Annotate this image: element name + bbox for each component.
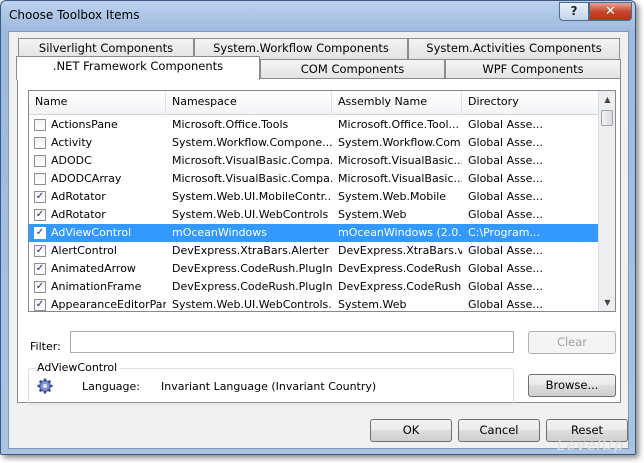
row-checkbox[interactable]: ✓ [34, 263, 46, 275]
scroll-thumb[interactable] [601, 110, 613, 126]
vertical-scrollbar[interactable]: ▲ ▼ [598, 91, 615, 311]
help-button[interactable]: ? [559, 2, 589, 21]
details-group: AdViewControl Language: Invariant Langua… [28, 361, 514, 405]
table-row[interactable]: ✓ AnimatedArrow DevExpress.CodeRush.PlugIn… [29, 260, 599, 278]
row-cell-assembly: mOceanWindows (2.0.... [338, 226, 462, 239]
row-checkbox[interactable]: ✓ [34, 245, 46, 257]
scroll-up-arrow-icon[interactable]: ▲ [599, 91, 615, 108]
row-cell-assembly: System.Web.Mobile [338, 190, 447, 203]
gear-icon [37, 378, 53, 394]
close-button[interactable]: ✕ [589, 2, 632, 21]
column-header-assembly-name[interactable]: Assembly Name [332, 91, 462, 115]
row-cell-name: AdViewControl [51, 226, 132, 239]
row-cell-name: AdRotator [51, 208, 106, 221]
row-cell-assembly: DevExpress.XtraBars.v... [338, 244, 462, 257]
row-cell-namespace: System.Web.UI.WebControls.... [172, 298, 332, 311]
row-cell-namespace: System.Web.UI.MobileContr... [172, 190, 332, 203]
row-cell-name: AnimatedArrow [51, 262, 136, 275]
row-cell-directory: Global Asse... [468, 208, 543, 221]
row-cell-directory: Global Asse... [468, 136, 543, 149]
row-cell-namespace: Microsoft.VisualBasic.Compa... [172, 172, 332, 185]
tab-panel: Name Namespace Assembly Name Directory A… [17, 78, 621, 405]
row-cell-directory: Global Asse... [468, 262, 543, 275]
row-cell-namespace: System.Web.UI.WebControls [172, 208, 329, 221]
row-cell-assembly: System.Web [338, 298, 407, 311]
row-cell-assembly: System.Web [338, 208, 407, 221]
row-cell-directory: C:\Program... [468, 226, 540, 239]
row-checkbox[interactable] [34, 119, 46, 131]
row-cell-namespace: DevExpress.CodeRush.PlugIn... [172, 262, 332, 275]
table-row[interactable]: ActionsPane Microsoft.Office.Tools Microso… [29, 116, 599, 134]
column-header-namespace[interactable]: Namespace [166, 91, 332, 115]
row-cell-directory: Global Asse... [468, 154, 543, 167]
row-cell-directory: Global Asse... [468, 280, 543, 293]
clear-button[interactable]: Clear [528, 331, 616, 354]
row-cell-namespace: Microsoft.Office.Tools [172, 118, 289, 131]
row-checkbox[interactable]: ✓ [34, 227, 46, 239]
row-cell-namespace: DevExpress.CodeRush.PlugIn... [172, 280, 332, 293]
row-checkbox[interactable]: ✓ [34, 299, 46, 311]
row-checkbox[interactable]: ✓ [34, 281, 46, 293]
filter-label: Filter: [30, 340, 61, 353]
row-cell-name: AnimationFrame [51, 280, 142, 293]
dialog-window: Choose Toolbox Items ? ✕ Silverlight Com… [0, 0, 636, 455]
details-group-title: AdViewControl [35, 361, 120, 374]
language-value: Invariant Language (Invariant Country) [161, 380, 377, 393]
row-cell-name: AdRotator [51, 190, 106, 203]
table-row[interactable]: ✓ AdRotator System.Web.UI.MobileContr... Sy… [29, 188, 599, 206]
table-row[interactable]: Activity System.Workflow.Compone... System… [29, 134, 599, 152]
ok-button[interactable]: OK [370, 419, 452, 442]
row-checkbox[interactable] [34, 137, 46, 149]
table-row[interactable]: ✓ AdRotator System.Web.UI.WebControls Syste… [29, 206, 599, 224]
dialog-client-area: Silverlight Components System.Workflow C… [8, 31, 629, 449]
row-cell-assembly: Microsoft.Office.Tool... [338, 118, 460, 131]
row-cell-name: ADODC [51, 154, 92, 167]
row-checkbox[interactable] [34, 173, 46, 185]
row-cell-namespace: Microsoft.VisualBasic.Compa... [172, 154, 332, 167]
row-cell-assembly: Microsoft.VisualBasic... [338, 172, 462, 185]
row-cell-directory: Global Asse... [468, 244, 543, 257]
row-cell-directory: Global Asse... [468, 298, 543, 311]
watermark: LevelUp [557, 436, 625, 454]
language-label: Language: [82, 380, 140, 393]
scroll-down-arrow-icon[interactable]: ▼ [599, 294, 615, 311]
column-header-directory[interactable]: Directory [462, 91, 599, 115]
row-cell-assembly: DevExpress.CodeRush... [338, 280, 462, 293]
row-cell-namespace: mOceanWindows [172, 226, 268, 239]
row-cell-name: ADODCArray [51, 172, 122, 185]
title-bar[interactable]: Choose Toolbox Items ? ✕ [1, 1, 635, 31]
row-cell-directory: Global Asse... [468, 190, 543, 203]
row-checkbox[interactable] [34, 155, 46, 167]
cancel-button[interactable]: Cancel [458, 419, 540, 442]
row-cell-name: Activity [51, 136, 93, 149]
row-cell-namespace: DevExpress.XtraBars.Alerter [172, 244, 329, 257]
row-cell-namespace: System.Workflow.Compone... [172, 136, 332, 149]
tab-wpf-components[interactable]: WPF Components [445, 59, 621, 80]
row-checkbox[interactable]: ✓ [34, 209, 46, 221]
column-header-name[interactable]: Name [29, 91, 166, 115]
components-list[interactable]: Name Namespace Assembly Name Directory A… [28, 90, 616, 312]
filter-input[interactable] [70, 331, 514, 353]
list-header: Name Namespace Assembly Name Directory [29, 91, 599, 115]
row-cell-directory: Global Asse... [468, 172, 543, 185]
window-title: Choose Toolbox Items [9, 8, 140, 22]
tab-com-components[interactable]: COM Components [260, 59, 445, 80]
row-cell-assembly: DevExpress.CodeRush... [338, 262, 462, 275]
tab-net-framework-components[interactable]: .NET Framework Components [16, 56, 260, 80]
row-cell-assembly: Microsoft.VisualBasic... [338, 154, 462, 167]
browse-button[interactable]: Browse... [528, 374, 616, 397]
row-cell-assembly: System.Workflow.Com... [338, 136, 462, 149]
table-row[interactable]: ADODC Microsoft.VisualBasic.Compa... Micro… [29, 152, 599, 170]
table-row[interactable]: ✓ AlertControl DevExpress.XtraBars.Alerter… [29, 242, 599, 260]
row-cell-name: ActionsPane [51, 118, 118, 131]
table-row[interactable]: ADODCArray Microsoft.VisualBasic.Compa...… [29, 170, 599, 188]
row-cell-name: AlertControl [51, 244, 117, 257]
table-row[interactable]: ✓ AppearanceEditorPart System.Web.UI.WebCo… [29, 296, 599, 311]
table-row[interactable]: ✓ AnimationFrame DevExpress.CodeRush.PlugI… [29, 278, 599, 296]
row-cell-name: AppearanceEditorPart [51, 298, 166, 311]
table-row[interactable]: ✓ AdViewControl mOceanWindows mOceanWindows… [29, 224, 599, 242]
tab-system-activities-components[interactable]: System.Activities Components [408, 38, 620, 59]
row-cell-directory: Global Asse... [468, 118, 543, 131]
row-checkbox[interactable]: ✓ [34, 191, 46, 203]
